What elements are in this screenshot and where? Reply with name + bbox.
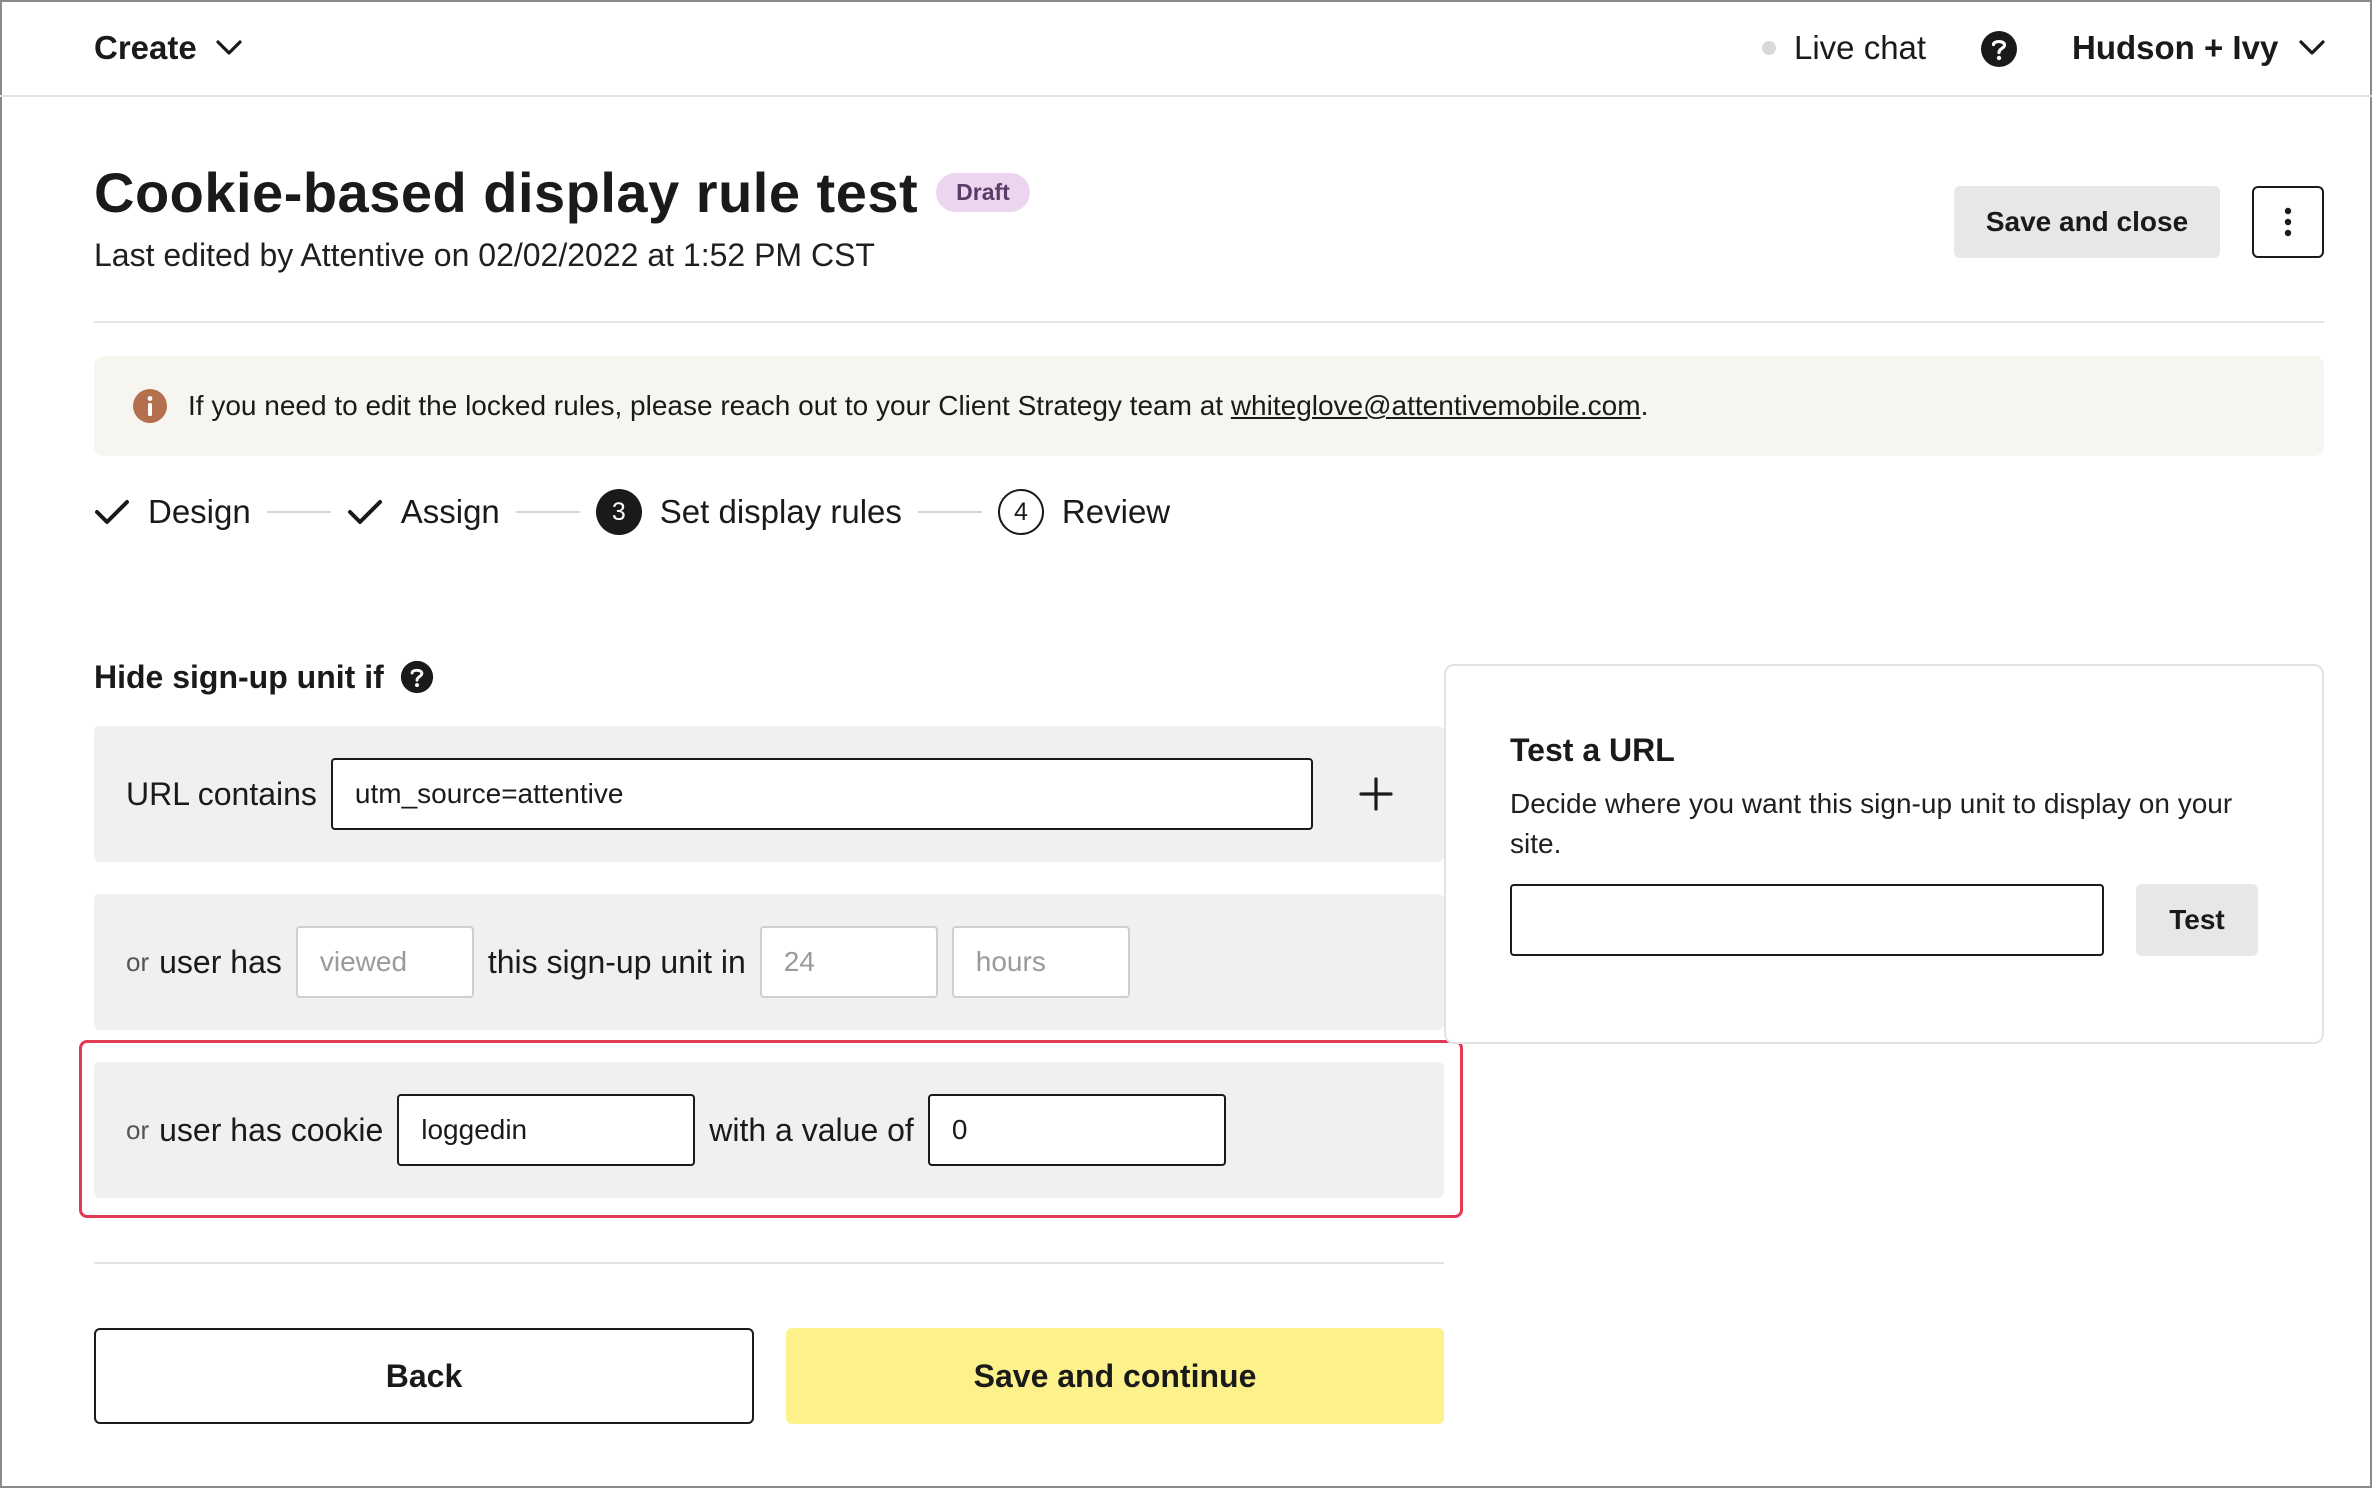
user-viewed-rule: or user has this sign-up unit in xyxy=(94,894,1444,1030)
help-icon[interactable] xyxy=(400,660,434,694)
rules-heading-text: Hide sign-up unit if xyxy=(94,658,384,695)
step-assign[interactable]: Assign xyxy=(347,493,500,531)
step-number: 4 xyxy=(997,489,1044,535)
step-number: 3 xyxy=(595,489,642,535)
chevron-down-icon xyxy=(216,40,242,55)
rules-heading: Hide sign-up unit if xyxy=(94,655,434,699)
user-cookie-rule: or user has cookie with a value of xyxy=(94,1062,1444,1198)
help-icon[interactable] xyxy=(1980,30,2018,73)
step-label: Design xyxy=(148,493,251,530)
or-label: or xyxy=(126,946,150,977)
view-action-input[interactable] xyxy=(295,926,474,998)
step-label: Set display rules xyxy=(659,493,902,530)
rules-divider xyxy=(94,1262,1444,1264)
rule-label: URL contains xyxy=(126,775,317,812)
or-label: or xyxy=(126,1114,150,1145)
rule-label: this sign-up unit in xyxy=(487,943,746,980)
test-url-description: Decide where you want this sign-up unit … xyxy=(1510,788,2233,859)
checkmark-icon xyxy=(95,500,129,524)
url-contains-input[interactable] xyxy=(330,758,1313,830)
more-vertical-icon xyxy=(2284,207,2292,237)
account-menu[interactable]: Hudson + Ivy xyxy=(2072,24,2326,72)
url-contains-rule: URL contains xyxy=(94,726,1444,862)
back-button[interactable]: Back xyxy=(94,1328,754,1424)
step-set-display-rules[interactable]: 3 Set display rules xyxy=(595,489,902,535)
step-review[interactable]: 4 Review xyxy=(997,489,1171,535)
info-banner: If you need to edit the locked rules, pl… xyxy=(94,356,2324,456)
cookie-value-input[interactable] xyxy=(927,1094,1226,1166)
account-name: Hudson + Ivy xyxy=(2072,29,2279,66)
title-row: Cookie-based display rule test Draft xyxy=(94,160,1030,225)
rule-label: user has xyxy=(159,943,282,980)
banner-text: If you need to edit the locked rules, pl… xyxy=(188,390,1649,421)
chevron-down-icon xyxy=(2299,40,2325,55)
step-label: Assign xyxy=(400,493,500,530)
header-divider xyxy=(94,321,2324,323)
save-and-continue-button[interactable]: Save and continue xyxy=(786,1328,1444,1424)
test-url-input[interactable] xyxy=(1510,884,2104,956)
step-connector xyxy=(266,511,331,513)
support-email-link[interactable]: whiteglove@attentivemobile.com xyxy=(1231,390,1641,421)
save-and-close-button[interactable]: Save and close xyxy=(1954,186,2220,258)
checkmark-icon xyxy=(347,500,382,524)
progress-stepper: Design Assign 3 Set display rules 4 Revi… xyxy=(94,486,1170,538)
view-count-input[interactable] xyxy=(759,926,938,998)
info-icon xyxy=(133,389,167,423)
status-badge: Draft xyxy=(936,173,1030,212)
more-options-button[interactable] xyxy=(2252,186,2324,258)
step-label: Review xyxy=(1061,493,1171,530)
last-edited-text: Last edited by Attentive on 02/02/2022 a… xyxy=(94,237,875,273)
rule-label: user has cookie xyxy=(159,1111,384,1148)
plus-icon xyxy=(1359,777,1393,811)
status-dot-icon xyxy=(1762,41,1776,55)
step-design[interactable]: Design xyxy=(94,493,251,531)
view-unit-input[interactable] xyxy=(951,926,1130,998)
test-url-card: Test a URL Decide where you want this si… xyxy=(1444,664,2324,1044)
live-chat-link[interactable]: Live chat xyxy=(1762,24,1926,72)
add-rule-button[interactable] xyxy=(1352,770,1400,818)
step-connector xyxy=(917,511,982,513)
test-button[interactable]: Test xyxy=(2136,884,2258,956)
step-connector xyxy=(515,511,580,513)
create-label: Create xyxy=(94,29,197,66)
test-url-title: Test a URL xyxy=(1510,732,1675,768)
live-chat-label: Live chat xyxy=(1794,29,1927,66)
create-menu[interactable]: Create xyxy=(94,24,243,72)
rule-label: with a value of xyxy=(709,1111,914,1148)
page-title: Cookie-based display rule test xyxy=(94,161,919,224)
cookie-name-input[interactable] xyxy=(397,1094,696,1166)
